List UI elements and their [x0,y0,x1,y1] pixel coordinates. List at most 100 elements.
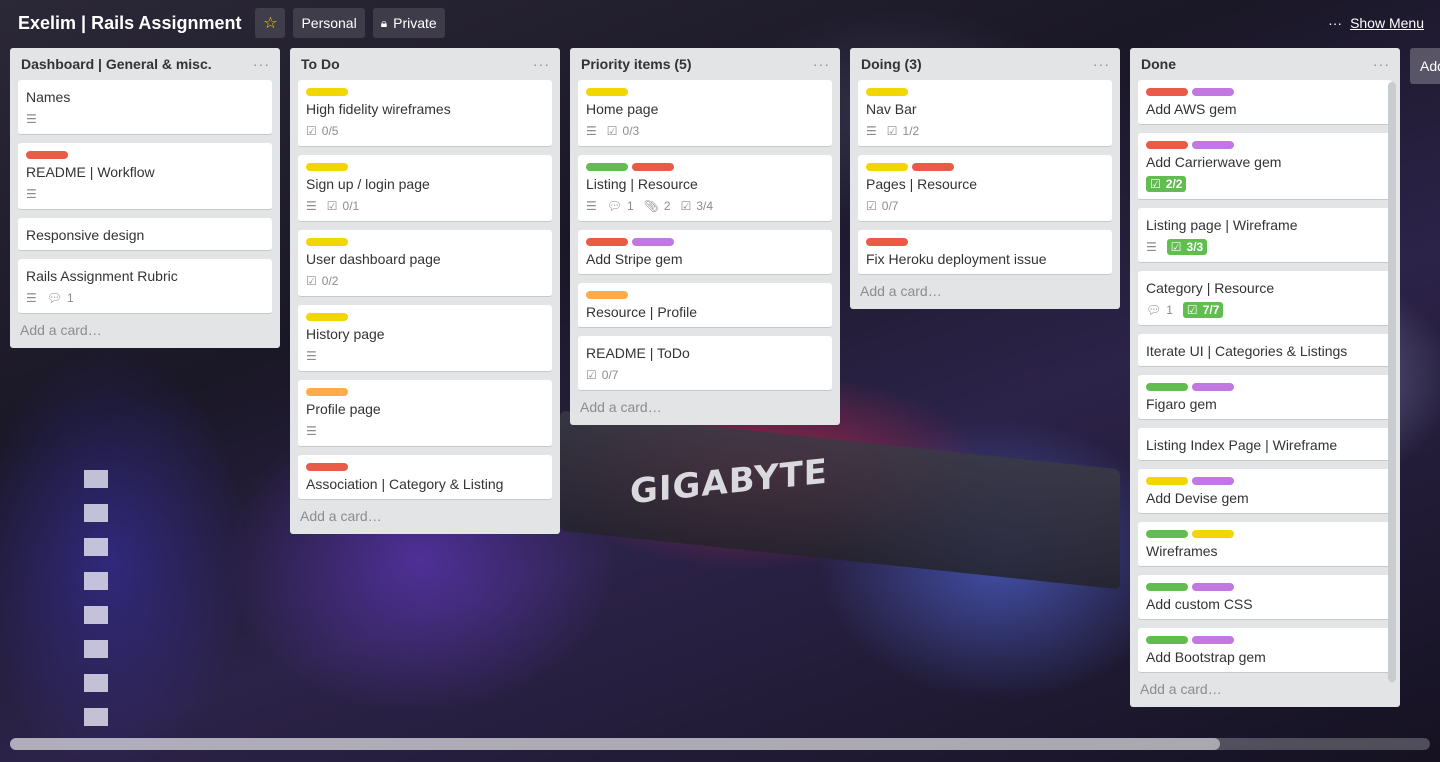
card[interactable]: User dashboard page ☑ 0/2 [298,230,552,297]
checklist-count: 0/5 [321,124,339,138]
card[interactable]: Add AWS gem [1138,80,1392,125]
card[interactable]: Sign up / login page ☰ ☑ 0/1 [298,155,552,222]
card[interactable]: Wireframes [1138,522,1392,567]
card-list: Home page ☰ ☑ 0/3 Listing | Resource ☰ 💬︎ 1 📎︎ 2 ☑… [578,80,832,391]
card[interactable]: Responsive design [18,218,272,251]
card-title: Names [26,89,71,105]
card[interactable]: Pages | Resource ☑ 0/7 [858,155,1112,222]
card[interactable]: Listing | Resource ☰ 💬︎ 1 📎︎ 2 ☑ 3/4 [578,155,832,222]
card[interactable]: Add Carrierwave gem ☑ 2/2 [1138,133,1392,200]
add-card-button[interactable]: Add a card… [858,275,1112,309]
card[interactable]: Listing Index Page | Wireframe [1138,428,1392,461]
card[interactable]: Add custom CSS [1138,575,1392,620]
label-yellow [866,88,908,96]
card[interactable]: Category | Resource 💬︎ 1 ☑ 7/7 [1138,271,1392,326]
checklist-count: 1/2 [902,124,920,138]
card[interactable]: Iterate UI | Categories & Listings [1138,334,1392,367]
card-title: Resource | Profile [586,304,698,320]
card[interactable]: Resource | Profile [578,283,832,328]
card-labels [586,291,824,299]
add-card-button[interactable]: Add a card… [578,391,832,425]
attachment-badge: 📎︎ 2 [644,199,671,213]
list-title[interactable]: To Do [301,56,340,72]
card-badges: ☑ 0/7 [866,197,1104,215]
card-title: Rails Assignment Rubric [26,268,178,284]
card-labels [306,388,544,396]
comment-badge: 💬︎ 1 [607,199,634,213]
checklist-complete-icon: ☑ [1186,303,1198,317]
list-title[interactable]: Priority items (5) [581,56,691,72]
checklist-badge: ☑ 0/1 [327,199,359,213]
add-card-button[interactable]: Add a card… [1138,673,1392,707]
checklist-complete-badge: ☑ 7/7 [1182,302,1224,318]
checklist-complete-badge: ☑ 3/3 [1166,239,1208,255]
card[interactable]: Add Bootstrap gem [1138,628,1392,673]
more-icon: ··· [1328,15,1343,31]
list-3: Doing (3) ··· Nav Bar ☰ ☑ 1/2 Pages | Resource… [850,48,1120,309]
card-list: Nav Bar ☰ ☑ 1/2 Pages | Resource ☑ 0/7 Fix Hero… [858,80,1112,275]
add-card-button[interactable]: Add a card… [18,314,272,348]
label-green [1146,636,1188,644]
list-title[interactable]: Done [1141,56,1176,72]
checklist-count: 0/1 [342,199,360,213]
show-menu-button[interactable]: ··· Show Menu [1328,15,1424,31]
star-icon: ☆ [263,15,278,32]
card[interactable]: Home page ☰ ☑ 0/3 [578,80,832,147]
star-board-button[interactable]: ☆ [255,8,286,38]
list-menu-icon[interactable]: ··· [253,56,270,72]
card-title: Add Devise gem [1146,490,1249,506]
card-title: Listing page | Wireframe [1146,217,1298,233]
card[interactable]: README | ToDo ☑ 0/7 [578,336,832,391]
card-title: README | ToDo [586,345,690,361]
card-title: High fidelity wireframes [306,101,451,117]
card[interactable]: Association | Category & Listing [298,455,552,500]
card[interactable]: README | Workflow ☰ [18,143,272,210]
team-button[interactable]: Personal [293,8,365,38]
card-labels [306,163,544,171]
label-green [1146,583,1188,591]
card[interactable]: Rails Assignment Rubric ☰ 💬︎ 1 [18,259,272,314]
checklist-badge: ☑ 0/3 [607,124,639,138]
visibility-button[interactable]: 🔒︎ Private [372,8,445,38]
add-list-button[interactable]: Add [1410,48,1440,84]
card-title: Category | Resource [1146,280,1275,296]
card-labels [1146,530,1384,538]
card-badges: ☰ 💬︎ 1 📎︎ 2 ☑ 3/4 [586,197,824,215]
description-badge: ☰ [586,200,597,212]
card-badges: ☰ ☑ 1/2 [866,122,1104,140]
add-card-button[interactable]: Add a card… [298,500,552,534]
list-menu-icon[interactable]: ··· [1093,56,1110,72]
board-title[interactable]: Exelim | Rails Assignment [18,13,241,34]
card[interactable]: Fix Heroku deployment issue [858,230,1112,275]
card[interactable]: Add Stripe gem [578,230,832,275]
comment-icon: 💬︎ [606,199,622,213]
list-title[interactable]: Dashboard | General & misc. [21,56,212,72]
list-menu-icon[interactable]: ··· [1373,56,1390,72]
card[interactable]: History page ☰ [298,305,552,372]
card[interactable]: Nav Bar ☰ ☑ 1/2 [858,80,1112,147]
card[interactable]: Profile page ☰ [298,380,552,447]
description-icon: ☰ [26,187,37,201]
checklist-complete-count: 3/3 [1186,240,1204,254]
card-title: User dashboard page [306,251,441,267]
horizontal-scrollbar-thumb[interactable] [10,738,1220,750]
description-icon: ☰ [866,124,877,138]
checklist-icon: ☑ [886,124,898,138]
card[interactable]: Add Devise gem [1138,469,1392,514]
card[interactable]: Figaro gem [1138,375,1392,420]
list-menu-icon[interactable]: ··· [813,56,830,72]
card-title: Listing | Resource [586,176,698,192]
list-menu-icon[interactable]: ··· [533,56,550,72]
card[interactable]: Listing page | Wireframe ☰ ☑ 3/3 [1138,208,1392,263]
background-stripes [84,470,108,740]
description-icon: ☰ [306,424,317,438]
card[interactable]: High fidelity wireframes ☑ 0/5 [298,80,552,147]
done-list-scrollbar[interactable] [1388,82,1396,682]
label-yellow [306,163,348,171]
checklist-count: 0/3 [622,124,640,138]
card-badges: ☰ [26,185,264,203]
card[interactable]: Names ☰ [18,80,272,135]
list-title[interactable]: Doing (3) [861,56,922,72]
checklist-complete-count: 7/7 [1202,303,1220,317]
label-green [586,163,628,171]
